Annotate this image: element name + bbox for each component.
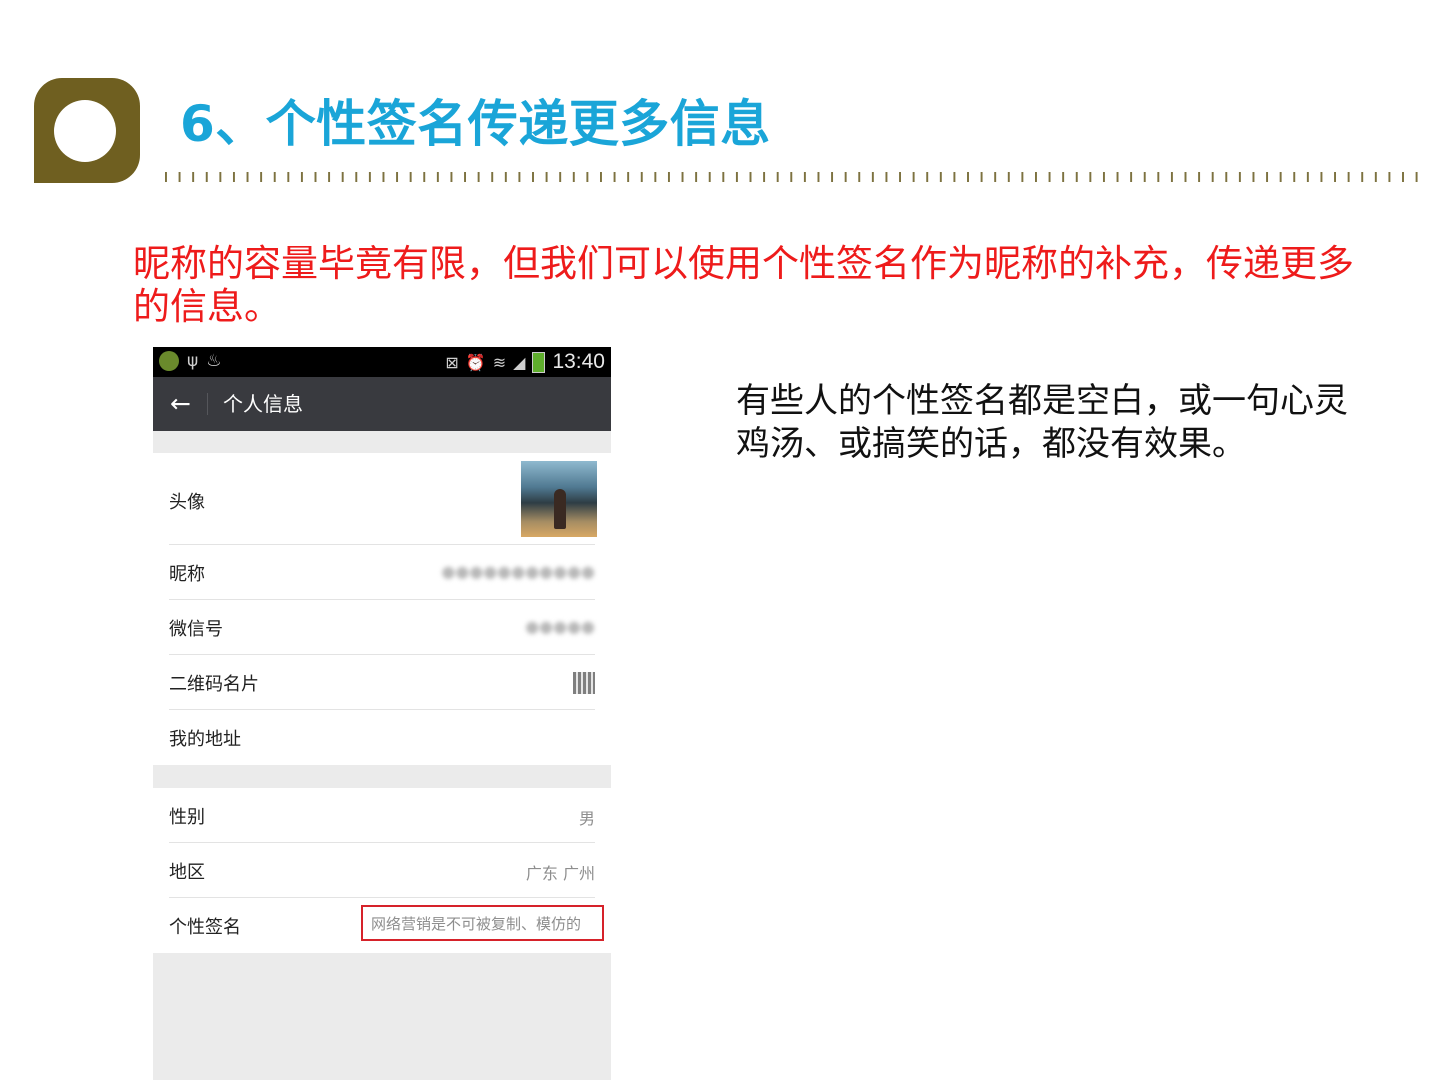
alarm-icon: ⏰ [465, 352, 486, 372]
app-icon [159, 351, 179, 371]
phone-screenshot: ψ ♨ ⊠ ⏰ ≋ ◢ 13:40 ← 个人信息 头像 昵称 ●●●●●●●●●… [153, 347, 611, 1080]
row-label: 昵称 [169, 564, 205, 585]
row-qr-card[interactable]: 二维码名片 [153, 655, 611, 710]
status-bar: ψ ♨ ⊠ ⏰ ≋ ◢ 13:40 [153, 347, 611, 377]
dotted-divider [165, 172, 1427, 184]
region-value: 广东 广州 [525, 864, 595, 883]
slide-title: 6、个性签名传递更多信息 [180, 95, 771, 153]
row-label: 我的地址 [169, 729, 241, 750]
row-label: 性别 [169, 807, 205, 828]
wifi-icon: ≋ [492, 352, 507, 372]
row-label: 微信号 [169, 619, 223, 640]
row-signature[interactable]: 个性签名 网络营销是不可被复制、模仿的 [153, 898, 611, 953]
row-nickname[interactable]: 昵称 ●●●●●●●●●●● [153, 545, 611, 600]
avatar[interactable] [521, 461, 597, 537]
row-label: 地区 [169, 862, 205, 883]
row-region[interactable]: 地区 广东 广州 [153, 843, 611, 898]
bottom-empty-area [153, 953, 611, 1080]
side-note-text: 有些人的个性签名都是空白，或一句心灵鸡汤、或搞笑的话，都没有效果。 [736, 381, 1348, 464]
row-label: 头像 [169, 492, 205, 513]
section-gap [153, 431, 611, 453]
avatar-figure [554, 489, 566, 529]
gender-value: 男 [578, 809, 595, 828]
status-time: 13:40 [552, 350, 605, 373]
intro-text: 昵称的容量毕竟有限，但我们可以使用个性签名作为昵称的补充，传递更多的信息。 [133, 242, 1354, 328]
row-wechat-id[interactable]: 微信号 ●●●●● [153, 600, 611, 655]
signature-value: 网络营销是不可被复制、模仿的 [371, 915, 582, 933]
usb-icon: ψ [187, 351, 199, 371]
row-label: 个性签名 [169, 917, 241, 938]
section-gap [153, 765, 611, 788]
steam-icon: ♨ [206, 351, 222, 371]
logo-circle [54, 100, 116, 162]
battery-icon [532, 351, 546, 373]
mute-icon: ⊠ [445, 352, 459, 372]
qr-code-icon [573, 672, 595, 694]
page-title: 个人信息 [223, 392, 303, 416]
row-address[interactable]: 我的地址 [153, 710, 611, 765]
title-divider [207, 393, 208, 415]
nickname-value: ●●●●●●●●●●● [441, 562, 595, 581]
back-arrow-icon[interactable]: ← [170, 390, 191, 418]
title-bar: ← 个人信息 [153, 377, 611, 431]
slide-logo [34, 78, 140, 183]
signature-highlight-box: 网络营销是不可被复制、模仿的 [361, 905, 604, 941]
row-label: 二维码名片 [169, 674, 259, 695]
row-avatar[interactable]: 头像 [153, 453, 611, 545]
row-gender[interactable]: 性别 男 [153, 788, 611, 843]
signal-icon: ◢ [513, 352, 526, 372]
wechat-id-value: ●●●●● [525, 617, 595, 636]
